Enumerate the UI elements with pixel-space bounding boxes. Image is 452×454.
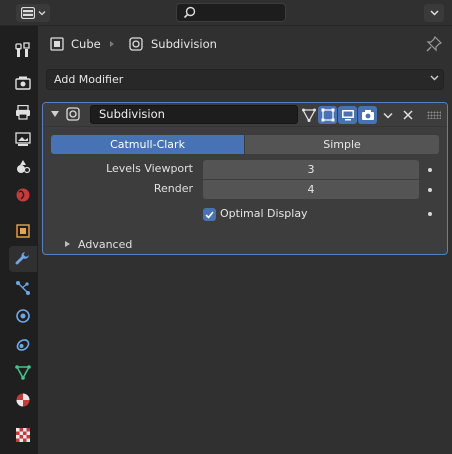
tab-output[interactable] (9, 99, 37, 125)
optimal-display-label: Optimal Display (220, 207, 308, 220)
render-icon (15, 76, 31, 90)
edit-mode-icon (321, 108, 334, 122)
remove-modifier-button[interactable] (398, 106, 417, 124)
render-levels-keyframe-dot[interactable] (428, 188, 432, 192)
modifier-extra-options-dropdown[interactable] (378, 106, 397, 124)
tab-particles[interactable] (9, 275, 37, 301)
editor-type-button[interactable] (16, 4, 50, 22)
tab-object[interactable] (9, 218, 37, 244)
constraints-icon (16, 339, 30, 351)
breadcrumb-object-name: Cube (71, 37, 101, 51)
output-icon (16, 104, 30, 120)
on-cage-icon (301, 108, 316, 122)
optimal-display-checkbox[interactable] (203, 208, 216, 221)
mode-simple-button[interactable]: Simple (245, 135, 439, 154)
view-layer-icon (15, 131, 31, 146)
realtime-viewport-toggle[interactable] (338, 106, 357, 124)
checkmark-icon (205, 210, 214, 219)
properties-tab-strip (0, 26, 38, 454)
modifier-icon (129, 37, 143, 51)
chevron-down-icon (429, 10, 439, 16)
levels-viewport-keyframe-dot[interactable] (428, 168, 432, 172)
chevron-down-icon (430, 75, 439, 81)
object-icon (50, 37, 64, 51)
tab-tool[interactable] (9, 37, 37, 63)
tab-material[interactable] (9, 387, 37, 413)
chevron-down-icon (38, 11, 45, 16)
tab-data[interactable] (9, 359, 37, 385)
close-icon (402, 110, 413, 120)
tab-render[interactable] (9, 70, 37, 96)
tab-physics[interactable] (9, 303, 37, 329)
search-input[interactable] (176, 3, 286, 22)
search-icon (183, 6, 196, 19)
editor-header (0, 0, 452, 26)
advanced-expand-triangle-icon[interactable] (65, 241, 70, 247)
add-modifier-dropdown[interactable]: Add Modifier (46, 69, 444, 90)
modifier-panel-header: Subdivision (43, 103, 447, 127)
advanced-subpanel-header[interactable]: Advanced (78, 238, 132, 251)
material-icon (16, 393, 30, 407)
tool-icon (15, 42, 30, 57)
optimal-display-keyframe-dot[interactable] (428, 212, 432, 216)
tab-world[interactable] (9, 182, 37, 208)
options-dropdown-button[interactable] (424, 4, 444, 22)
scene-icon (17, 160, 31, 174)
levels-viewport-field[interactable]: 3 (203, 160, 419, 179)
add-modifier-label: Add Modifier (54, 73, 124, 86)
mode-catmull-clark-button[interactable]: Catmull-Clark (51, 135, 244, 154)
monitor-icon (341, 110, 354, 121)
drag-handle-icon[interactable] (427, 111, 441, 119)
subdivision-modifier-panel: Subdivision Catmull-Clark Simple Levels … (42, 102, 448, 255)
tab-modifiers[interactable] (9, 246, 37, 272)
chevron-down-icon (382, 112, 393, 119)
levels-viewport-label: Levels Viewport (106, 162, 193, 175)
object-icon (16, 224, 30, 238)
tab-constraints[interactable] (9, 331, 37, 357)
world-icon (16, 188, 30, 202)
breadcrumb: Cube Subdivision (38, 30, 452, 58)
camera-icon (361, 110, 374, 120)
particles-icon (16, 281, 30, 295)
on-cage-toggle[interactable] (299, 106, 318, 124)
render-levels-field[interactable]: 4 (203, 180, 419, 199)
render-toggle[interactable] (358, 106, 377, 124)
physics-icon (16, 309, 30, 323)
pin-icon[interactable] (426, 36, 442, 52)
wrench-icon (15, 252, 29, 265)
tab-view-layer[interactable] (9, 126, 37, 152)
breadcrumb-modifier-name: Subdivision (151, 37, 217, 51)
mesh-data-icon (15, 365, 31, 380)
render-levels-label: Render (153, 182, 193, 195)
modifier-icon (66, 107, 80, 121)
modifier-name-input[interactable]: Subdivision (90, 105, 298, 124)
tab-texture[interactable] (9, 422, 37, 448)
collapse-triangle-icon[interactable] (51, 111, 59, 117)
breadcrumb-separator-icon (110, 41, 114, 47)
tab-scene[interactable] (9, 154, 37, 180)
texture-icon (16, 428, 30, 442)
edit-mode-toggle[interactable] (318, 106, 337, 124)
properties-editor-icon (20, 7, 35, 19)
